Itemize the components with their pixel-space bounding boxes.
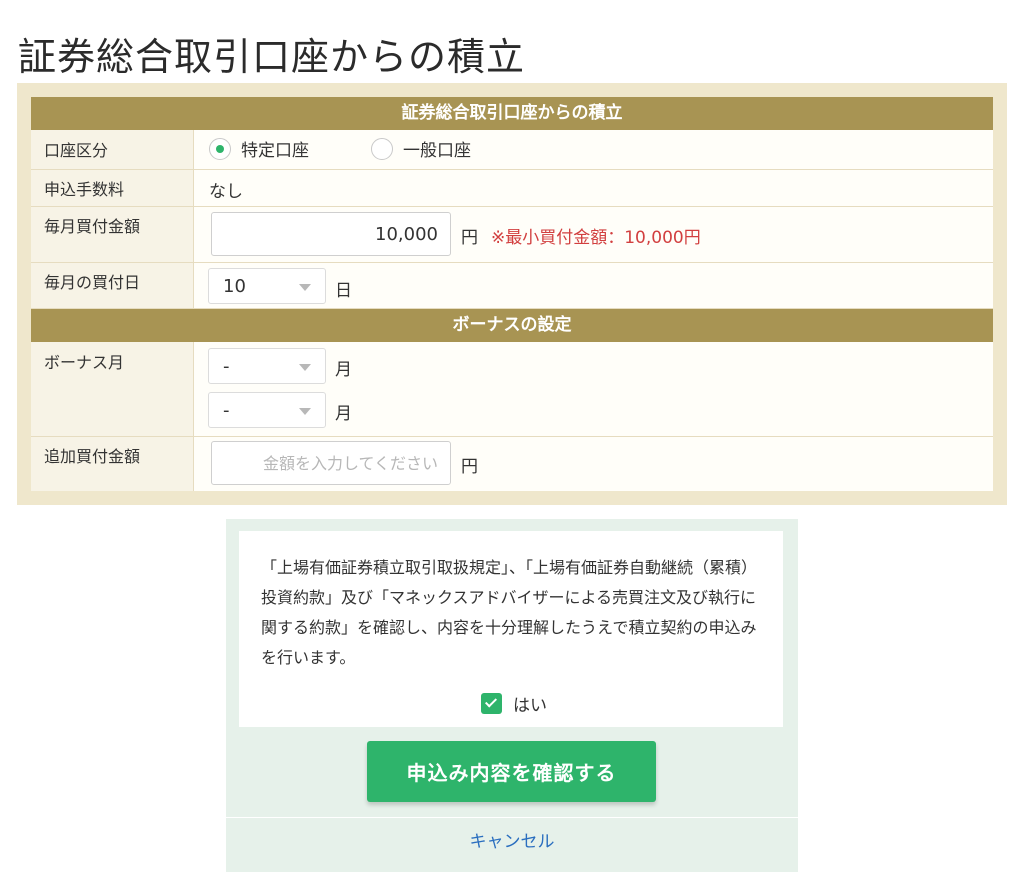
bonus-month-select-2[interactable]: - [208,392,326,428]
bonus-month-cell: - 月 - 月 [195,342,993,436]
chevron-down-icon [299,408,311,415]
section-header-accumulation: 証券総合取引口座からの積立 [31,97,993,130]
agreement-checkbox-label[interactable]: はい [513,691,547,716]
bonus-month-unit-2: 月 [335,404,352,424]
chevron-down-icon [299,284,311,291]
row-account-type: 口座区分 特定口座 一般口座 [31,130,993,170]
agreement-text: 「上場有価証券積立取引取扱規定」、「上場有価証券自動継続（累積）投資約款」及び「… [261,558,758,667]
confirm-application-button[interactable]: 申込み内容を確認する [367,741,656,802]
bonus-month-select-1-value: - [223,356,230,377]
radio-specific-account[interactable] [209,138,231,160]
row-bonus-month: ボーナス月 - 月 - 月 [31,342,993,437]
fee-value: なし [209,182,243,202]
row-monthly-amount: 毎月買付金額 円 ※最小買付金額：10,000円 [31,207,993,263]
monthly-amount-cell: 円 ※最小買付金額：10,000円 [195,207,993,262]
account-type-label: 口座区分 [31,130,194,169]
fee-label: 申込手数料 [31,170,194,206]
bonus-amount-cell: 円 [195,437,993,491]
row-bonus-amount: 追加買付金額 円 [31,437,993,491]
monthly-day-cell: 10 日 [195,263,993,308]
chevron-down-icon [299,364,311,371]
accumulation-form: 証券総合取引口座からの積立 口座区分 特定口座 一般口座 申込手数料 なし 毎月… [31,97,993,491]
row-fee: 申込手数料 なし [31,170,993,207]
bonus-month-select-2-value: - [223,400,230,421]
monthly-amount-input[interactable] [211,212,451,256]
accumulation-form-frame: 証券総合取引口座からの積立 口座区分 特定口座 一般口座 申込手数料 なし 毎月… [17,83,1007,505]
account-type-options: 特定口座 一般口座 [195,130,993,169]
row-monthly-day: 毎月の買付日 10 日 [31,263,993,309]
bonus-amount-label: 追加買付金額 [31,437,194,491]
monthly-day-select-value: 10 [223,276,246,297]
monthly-amount-unit: 円 [461,228,478,248]
agreement-checkbox[interactable] [481,693,502,714]
bonus-amount-input[interactable] [211,441,451,485]
check-icon [484,695,498,708]
divider [226,817,798,818]
fee-value-cell: なし [195,170,993,206]
cancel-link[interactable]: キャンセル [226,827,798,857]
confirmation-panel: 「上場有価証券積立取引取扱規定」、「上場有価証券自動継続（累積）投資約款」及び「… [226,519,798,872]
radio-general-account[interactable] [371,138,393,160]
monthly-day-unit: 日 [335,281,352,301]
monthly-day-label: 毎月の買付日 [31,263,194,308]
radio-general-account-label[interactable]: 一般口座 [403,136,471,161]
agreement-box: 「上場有価証券積立取引取扱規定」、「上場有価証券自動継続（累積）投資約款」及び「… [239,531,783,727]
minimum-amount-note: ※最小買付金額：10,000円 [491,228,701,248]
bonus-month-select-1[interactable]: - [208,348,326,384]
bonus-amount-unit: 円 [461,457,478,477]
radio-selected-dot [216,145,224,153]
page-title: 証券総合取引口座からの積立 [18,35,526,80]
radio-specific-account-label[interactable]: 特定口座 [241,136,309,161]
monthly-amount-label: 毎月買付金額 [31,207,194,262]
monthly-day-select[interactable]: 10 [208,268,326,304]
bonus-month-label: ボーナス月 [31,342,194,436]
section-header-bonus: ボーナスの設定 [31,309,993,342]
bonus-month-unit-1: 月 [335,360,352,380]
